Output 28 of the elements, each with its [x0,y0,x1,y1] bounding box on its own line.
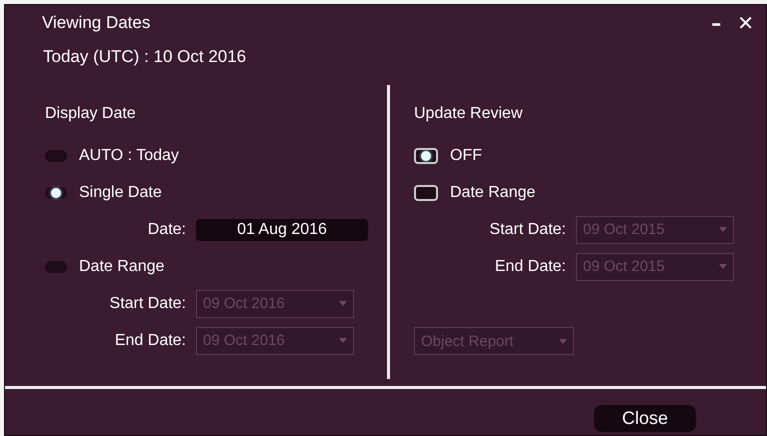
field-label: Start Date: [488,220,567,238]
radio-button[interactable] [414,184,438,200]
radio-button[interactable] [45,260,67,272]
field-label: End Date: [494,258,567,276]
option-label: OFF [450,146,482,164]
option-label: AUTO : Today [79,146,179,164]
option-label: Date Range [79,258,164,276]
today-label: Today (UTC) : 10 Oct 2016 [42,46,248,68]
field-label: Start Date: [108,294,187,312]
field-label: Date: [146,220,187,238]
radio-button[interactable] [414,148,438,164]
caret-icon [339,338,347,343]
radio-button[interactable] [45,150,67,162]
minimize-button[interactable]: – [707,11,726,35]
caret-icon [559,338,567,344]
section-heading: Update Review [414,105,524,123]
date-field[interactable]: 01 Aug 2016 [196,218,368,240]
caret-icon [719,227,727,232]
caret-icon [719,264,727,269]
option-label: Single Date [79,184,162,202]
close-button[interactable]: ✕ [733,11,758,35]
section-heading: Display Date [45,105,137,123]
radio-button[interactable] [45,186,67,198]
option-label: Date Range [450,184,536,202]
field-label: End Date: [114,332,187,350]
window-title: Viewing Dates [42,13,150,33]
close-button[interactable]: Close [594,404,696,432]
caret-icon [339,301,347,306]
